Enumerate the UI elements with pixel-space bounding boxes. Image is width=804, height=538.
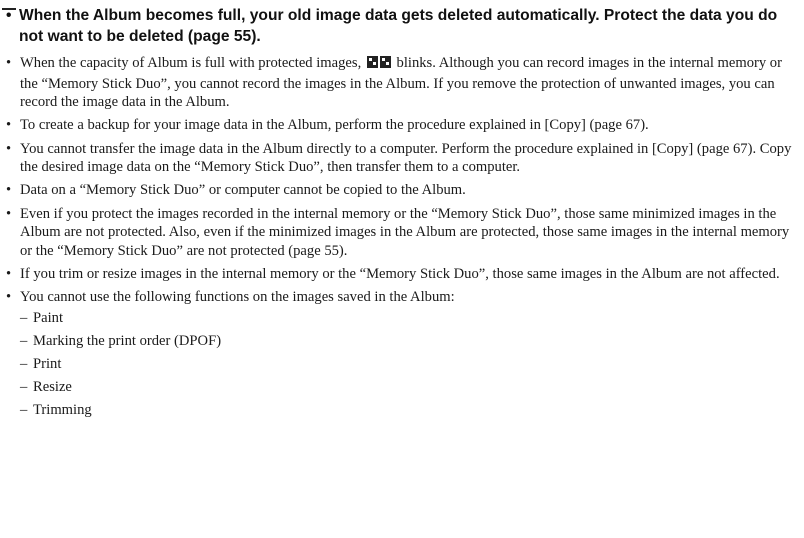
unavailable-functions-list: – Paint – Marking the print order (DPOF) –… — [20, 309, 802, 420]
list-bullet: • — [6, 140, 12, 157]
sub-list-item: – Resize — [20, 378, 802, 397]
list-item-text: Even if you protect the images recorded … — [20, 205, 790, 259]
list-item: • Even if you protect the images recorde… — [6, 205, 802, 261]
notice-text: When the Album becomes full, your old im… — [19, 7, 778, 45]
dash-marker: – — [20, 402, 28, 419]
list-item: • To create a backup for your image data… — [6, 116, 802, 135]
function-name: Print — [33, 356, 62, 373]
sub-list-item: – Marking the print order (DPOF) — [20, 332, 802, 351]
sub-list-item: – Print — [20, 355, 802, 374]
dash-marker: – — [20, 309, 28, 326]
list-item-text: You cannot use the following functions o… — [20, 289, 455, 306]
album-notes-list: • When the capacity of Album is full wit… — [6, 54, 802, 425]
list-bullet: • — [6, 182, 12, 199]
list-item: • Data on a “Memory Stick Duo” or comput… — [6, 181, 802, 200]
list-bullet: • — [6, 55, 12, 71]
list-item-text-before-icon: When the capacity of Album is full with … — [20, 55, 365, 71]
notice-bullet: • — [6, 7, 12, 24]
list-item-text: If you trim or resize images in the inte… — [20, 265, 780, 282]
sub-list-item: – Paint — [20, 309, 802, 328]
list-item: • When the capacity of Album is full wit… — [6, 54, 802, 112]
function-name: Marking the print order (DPOF) — [33, 332, 222, 349]
list-bullet: • — [6, 117, 12, 134]
list-bullet: • — [6, 265, 12, 282]
album-full-notice: • When the Album becomes full, your old … — [6, 6, 802, 47]
list-item-text: To create a backup for your image data i… — [20, 117, 649, 134]
list-item-text: You cannot transfer the image data in th… — [20, 140, 792, 176]
list-item-text: Data on a “Memory Stick Duo” or computer… — [20, 182, 466, 199]
function-name: Paint — [33, 309, 63, 326]
list-item: • You cannot transfer the image data in … — [6, 140, 802, 177]
function-name: Trimming — [33, 402, 92, 419]
clipped-heading-fragment — [0, 0, 40, 10]
sub-list-item: – Trimming — [20, 401, 802, 420]
list-item: • If you trim or resize images in the in… — [6, 265, 802, 284]
dash-marker: – — [20, 379, 28, 396]
manual-page: • When the Album becomes full, your old … — [0, 0, 804, 538]
list-bullet: • — [6, 289, 12, 306]
dash-marker: – — [20, 356, 28, 373]
function-name: Resize — [33, 379, 72, 396]
list-bullet: • — [6, 205, 12, 222]
album-icon — [366, 55, 392, 75]
dash-marker: – — [20, 332, 28, 349]
list-item: • You cannot use the following functions… — [6, 288, 802, 420]
